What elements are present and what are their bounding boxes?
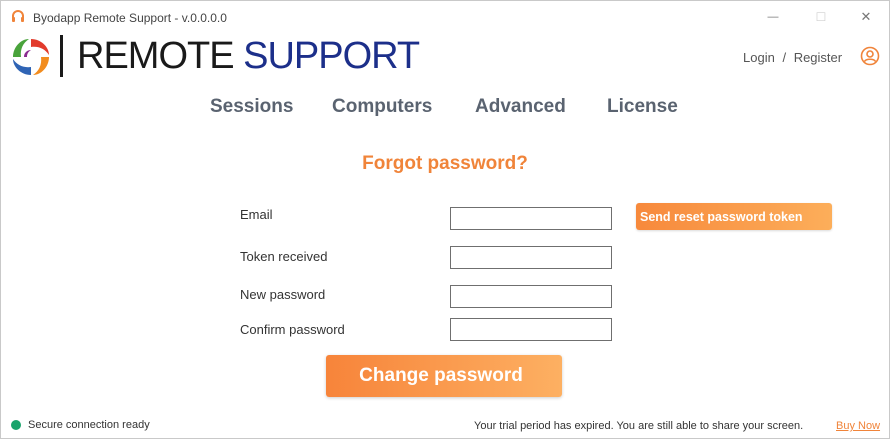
close-icon: ✕ bbox=[860, 9, 872, 24]
new-password-label: New password bbox=[240, 287, 326, 302]
user-circle-icon[interactable] bbox=[860, 46, 880, 66]
logo-word-support: SUPPORT bbox=[243, 35, 420, 77]
headset-icon bbox=[12, 10, 24, 22]
logo-divider bbox=[60, 35, 63, 77]
send-reset-token-button[interactable]: Send reset password token bbox=[636, 203, 832, 230]
minimize-icon: — bbox=[767, 11, 779, 23]
tab-computers[interactable]: Computers bbox=[332, 96, 432, 118]
tab-license[interactable]: License bbox=[607, 96, 678, 118]
token-label: Token received bbox=[240, 249, 328, 264]
trial-status-text: Your trial period has expired. You are s… bbox=[474, 420, 804, 432]
register-link[interactable]: Register bbox=[794, 50, 842, 65]
logo-swirl-icon bbox=[13, 39, 49, 75]
token-field[interactable] bbox=[450, 246, 612, 269]
email-field[interactable] bbox=[450, 207, 612, 230]
buy-now-link[interactable]: Buy Now bbox=[836, 420, 880, 432]
logo-word-remote: REMOTE bbox=[77, 35, 235, 77]
maximize-button[interactable]: ☐ bbox=[806, 5, 836, 29]
connection-status-indicator bbox=[11, 420, 21, 430]
confirm-password-field[interactable] bbox=[450, 318, 612, 341]
change-password-button[interactable]: Change password bbox=[326, 355, 562, 397]
window-title: Byodapp Remote Support - v.0.0.0.0 bbox=[33, 11, 227, 25]
confirm-password-label: Confirm password bbox=[240, 322, 345, 337]
close-button[interactable]: ✕ bbox=[851, 5, 881, 29]
app-logo: REMOTE SUPPORT bbox=[9, 35, 420, 79]
title-bar: Byodapp Remote Support - v.0.0.0.0 — ☐ ✕ bbox=[1, 1, 889, 33]
tab-advanced[interactable]: Advanced bbox=[475, 96, 566, 118]
app-window: Byodapp Remote Support - v.0.0.0.0 — ☐ ✕… bbox=[0, 0, 890, 439]
minimize-button[interactable]: — bbox=[758, 5, 788, 29]
maximize-icon: ☐ bbox=[815, 10, 827, 24]
new-password-field[interactable] bbox=[450, 285, 612, 308]
email-label: Email bbox=[240, 207, 273, 222]
auth-separator: / bbox=[782, 50, 787, 65]
auth-links: Login / Register bbox=[743, 50, 842, 65]
tab-sessions[interactable]: Sessions bbox=[210, 96, 293, 118]
logo-wordmark: REMOTE SUPPORT bbox=[77, 35, 420, 77]
page-title: Forgot password? bbox=[362, 153, 528, 174]
login-link[interactable]: Login bbox=[743, 50, 775, 65]
connection-status-text: Secure connection ready bbox=[28, 419, 150, 431]
